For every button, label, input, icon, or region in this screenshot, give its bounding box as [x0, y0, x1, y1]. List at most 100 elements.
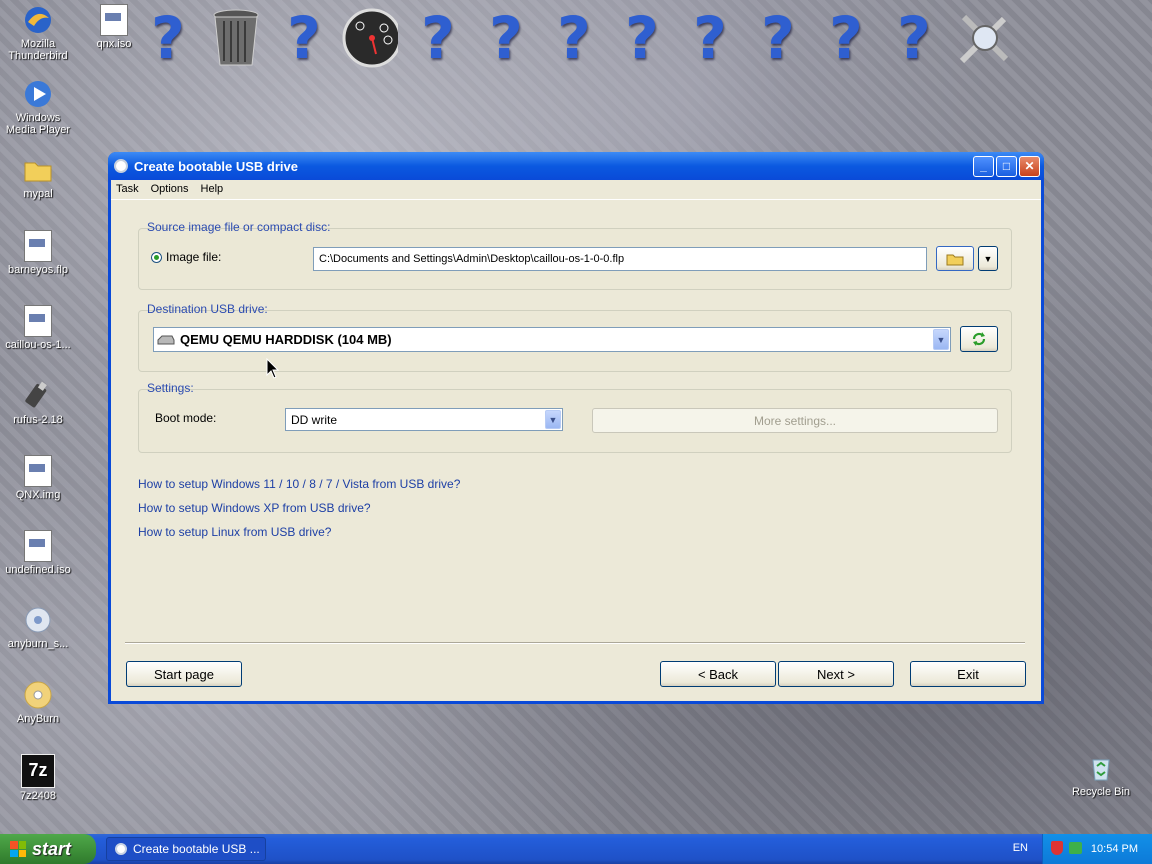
- browse-dropdown-button[interactable]: ▼: [978, 246, 998, 271]
- file-icon: [24, 455, 52, 487]
- desktop-icon-undefined-iso[interactable]: undefined.iso: [0, 530, 76, 576]
- question-icon: ?: [761, 4, 795, 72]
- desktop-icon-anyburn-setup[interactable]: anyburn_s...: [0, 604, 76, 650]
- maximize-button[interactable]: □: [996, 155, 1017, 177]
- dock-help-7[interactable]: ?: [682, 6, 738, 70]
- menu-help[interactable]: Help: [201, 183, 224, 195]
- thunderbird-icon: [22, 4, 54, 36]
- question-icon: ?: [421, 4, 455, 72]
- dock-help-3[interactable]: ?: [410, 6, 466, 70]
- title-bar[interactable]: Create bootable USB drive _ □ ✕: [108, 152, 1044, 180]
- back-button[interactable]: < Back: [660, 661, 776, 687]
- dock-help-6[interactable]: ?: [614, 6, 670, 70]
- settings-group-label: Settings:: [147, 381, 194, 395]
- desktop-icon-label: mypal: [23, 188, 53, 200]
- desktop-icon-thunderbird[interactable]: Mozilla Thunderbird: [0, 4, 76, 62]
- file-icon: [24, 530, 52, 562]
- taskbar: start Create bootable USB ... EN 10:54 P…: [0, 834, 1152, 864]
- dock-help-2[interactable]: ?: [276, 6, 332, 70]
- image-path-input[interactable]: C:\Documents and Settings\Admin\Desktop\…: [313, 247, 927, 271]
- start-button[interactable]: start: [0, 834, 96, 864]
- desktop-icon-rufus[interactable]: rufus-2.18: [0, 380, 76, 426]
- minimize-button[interactable]: _: [973, 155, 994, 177]
- wizard-content: Source image file or compact disc: Image…: [111, 199, 1041, 701]
- desktop-icon-label: caillou-os-1...: [5, 339, 71, 351]
- close-icon: ✕: [1024, 159, 1035, 173]
- windows-logo-icon: [10, 841, 26, 857]
- desktop-icon-recycle-bin[interactable]: Recycle Bin: [1063, 752, 1139, 798]
- menu-task[interactable]: Task: [116, 183, 139, 195]
- clock[interactable]: 10:54 PM: [1091, 843, 1138, 855]
- dock-help-9[interactable]: ?: [818, 6, 874, 70]
- desktop-icon-label: Recycle Bin: [1071, 786, 1131, 798]
- app-icon: [115, 843, 127, 855]
- trash-icon: [213, 9, 259, 66]
- start-page-button[interactable]: Start page: [126, 661, 242, 687]
- radio-selected-icon: [151, 251, 162, 263]
- destination-drive-value: QEMU QEMU HARDDISK (104 MB): [180, 332, 392, 347]
- desktop-icon-anyburn[interactable]: AnyBurn: [0, 679, 76, 725]
- dock-help-4[interactable]: ?: [478, 6, 534, 70]
- link-windows-modern[interactable]: How to setup Windows 11 / 10 / 8 / 7 / V…: [138, 477, 460, 491]
- desktop-icon-label: AnyBurn: [16, 713, 60, 725]
- refresh-icon: [972, 332, 986, 346]
- desktop-icon-7zip[interactable]: 7z 7z2408: [0, 754, 76, 802]
- question-icon: ?: [557, 4, 591, 72]
- exit-button[interactable]: Exit: [910, 661, 1026, 687]
- image-file-label: Image file:: [166, 250, 222, 264]
- next-button[interactable]: Next >: [778, 661, 894, 687]
- destination-group-label: Destination USB drive:: [147, 302, 268, 316]
- file-icon: [24, 305, 52, 337]
- boot-mode-select[interactable]: DD write ▼: [285, 408, 563, 431]
- dock-utilities[interactable]: [954, 6, 1010, 70]
- question-icon: ?: [829, 4, 863, 72]
- start-label: start: [32, 838, 72, 859]
- refresh-drives-button[interactable]: [960, 326, 998, 352]
- link-linux[interactable]: How to setup Linux from USB drive?: [138, 525, 331, 539]
- browse-button[interactable]: [936, 246, 974, 271]
- minimize-icon: _: [980, 159, 987, 173]
- chevron-down-icon: ▼: [983, 253, 993, 264]
- language-indicator[interactable]: EN: [1013, 842, 1028, 854]
- system-tray: 10:54 PM: [1042, 834, 1152, 864]
- close-button[interactable]: ✕: [1019, 155, 1040, 177]
- question-icon: ?: [693, 4, 727, 72]
- dock-trash[interactable]: [208, 6, 264, 70]
- image-file-radio[interactable]: Image file:: [151, 250, 221, 264]
- desktop-icon-barneyos[interactable]: barneyos.flp: [0, 230, 76, 276]
- dock-help-8[interactable]: ?: [750, 6, 806, 70]
- folder-icon: [22, 154, 54, 186]
- desktop-icon-label: rufus-2.18: [13, 414, 63, 426]
- chevron-down-icon: ▼: [933, 329, 949, 350]
- dock-dashboard[interactable]: [342, 6, 398, 70]
- destination-drive-select[interactable]: QEMU QEMU HARDDISK (104 MB) ▼: [153, 327, 951, 352]
- desktop-icon-qnx-img[interactable]: QNX.img: [0, 455, 76, 501]
- taskbar-item-usb-wizard[interactable]: Create bootable USB ...: [106, 837, 266, 861]
- desktop-icon-caillou[interactable]: caillou-os-1...: [0, 305, 76, 351]
- usb-drive-icon: [22, 380, 54, 412]
- dock-help-5[interactable]: ?: [546, 6, 602, 70]
- question-icon: ?: [151, 4, 185, 72]
- desktop-icon-label: barneyos.flp: [8, 264, 68, 276]
- dashboard-icon: [342, 8, 398, 68]
- disc-icon: [22, 679, 54, 711]
- window-client: Task Options Help Source image file or c…: [111, 180, 1041, 701]
- boot-mode-value: DD write: [291, 412, 338, 427]
- file-icon: [24, 230, 52, 262]
- link-windows-xp[interactable]: How to setup Windows XP from USB drive?: [138, 501, 371, 515]
- tools-icon: [959, 14, 1009, 64]
- desktop-icon-media-player[interactable]: Windows Media Player: [0, 78, 76, 136]
- desktop-icon-label: 7z2408: [19, 790, 57, 802]
- question-icon: ?: [625, 4, 659, 72]
- shield-icon[interactable]: [1051, 841, 1063, 855]
- open-folder-icon: [946, 254, 964, 265]
- desktop-icon-label: Mozilla Thunderbird: [8, 38, 68, 62]
- network-icon[interactable]: [1069, 842, 1082, 854]
- taskbar-item-label: Create bootable USB ...: [133, 842, 260, 856]
- menu-options[interactable]: Options: [151, 183, 189, 195]
- usb-wizard-window: Create bootable USB drive _ □ ✕ Task Opt…: [108, 152, 1044, 704]
- more-settings-button[interactable]: More settings...: [592, 408, 998, 433]
- desktop-icon-mypal[interactable]: mypal: [0, 154, 76, 200]
- dock-help-10[interactable]: ?: [886, 6, 942, 70]
- dock-help-1[interactable]: ?: [140, 6, 196, 70]
